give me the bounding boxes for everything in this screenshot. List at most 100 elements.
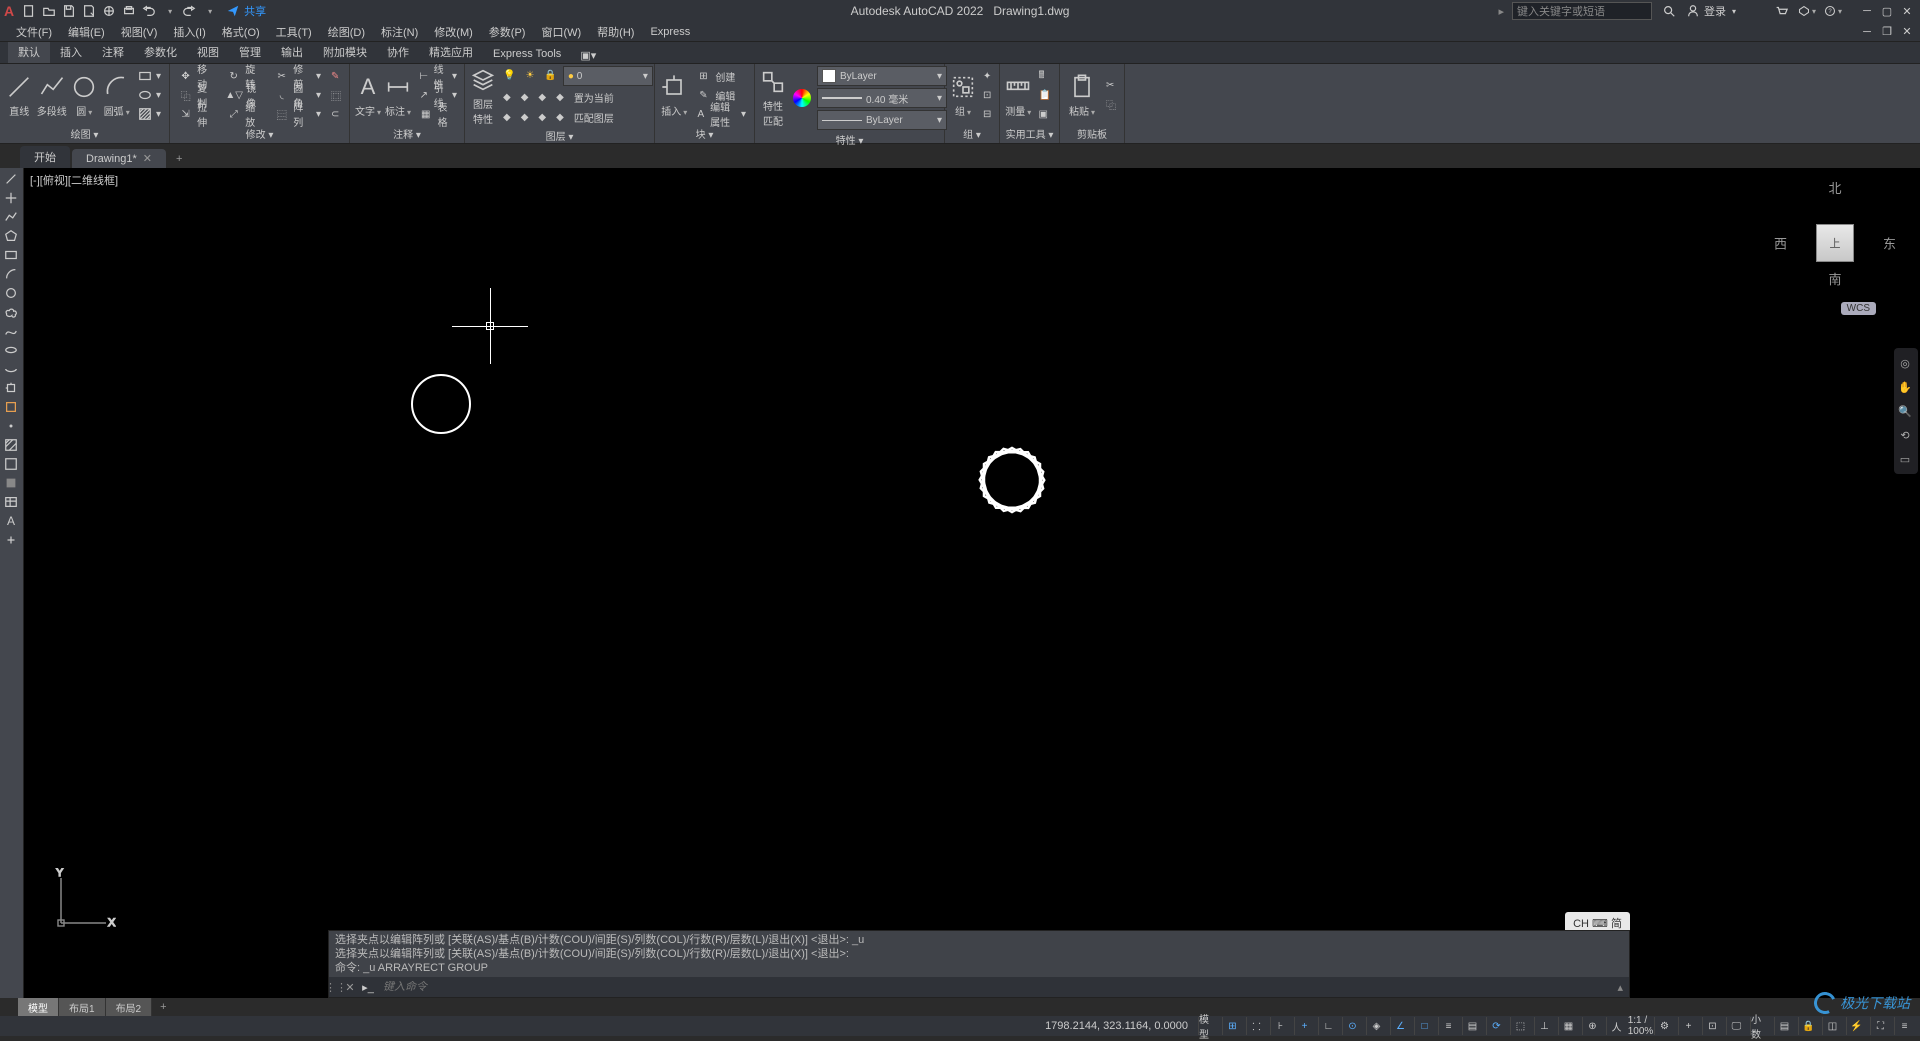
- nav-zoom-icon[interactable]: 🔍: [1894, 400, 1916, 422]
- tab-collab[interactable]: 协作: [377, 41, 419, 63]
- sb-units[interactable]: 小数: [1750, 1017, 1770, 1035]
- measure-button[interactable]: 测量: [1004, 73, 1033, 118]
- cut-icon[interactable]: ✂: [1102, 77, 1120, 95]
- color-wheel-icon[interactable]: [789, 89, 815, 107]
- undo-dropdown[interactable]: [160, 2, 178, 20]
- tab-default[interactable]: 默认: [8, 39, 50, 63]
- menu-window[interactable]: 窗口(W): [533, 22, 589, 42]
- tab-output[interactable]: 输出: [271, 41, 313, 63]
- tb-line-icon[interactable]: [0, 170, 22, 188]
- cmd-menu-icon[interactable]: ▴: [1611, 981, 1629, 994]
- layer-ico5[interactable]: ◆: [499, 108, 515, 126]
- group-ico2[interactable]: ⊡: [979, 86, 995, 104]
- layer-ico1[interactable]: ◆: [499, 88, 515, 106]
- minimize-icon[interactable]: ─: [1858, 3, 1876, 19]
- tb-ellipsearc-icon[interactable]: [0, 360, 22, 378]
- sb-lock-icon[interactable]: 🔒: [1798, 1017, 1818, 1035]
- menu-draw[interactable]: 绘图(D): [320, 22, 373, 42]
- tb-hatch-icon[interactable]: [0, 436, 22, 454]
- sb-dyn-icon[interactable]: +: [1294, 1017, 1314, 1035]
- tab-manage[interactable]: 管理: [229, 41, 271, 63]
- group-ico3[interactable]: ⊟: [979, 105, 995, 123]
- web-icon[interactable]: [100, 2, 118, 20]
- layer-match-button[interactable]: 匹配图层: [570, 108, 618, 126]
- text-button[interactable]: A文字: [354, 73, 382, 118]
- copy-clip-icon[interactable]: ⿻: [1102, 96, 1120, 114]
- sb-hw-icon[interactable]: ⚡: [1846, 1017, 1866, 1035]
- sb-iso-icon[interactable]: ◈: [1366, 1017, 1386, 1035]
- tb-point-icon[interactable]: [0, 417, 22, 435]
- panel-group-label[interactable]: 组 ▾: [949, 124, 995, 141]
- panel-annot-label[interactable]: 注释 ▾: [354, 124, 460, 141]
- sb-3dosnap-icon[interactable]: ⬚: [1510, 1017, 1530, 1035]
- panel-block-label[interactable]: 块 ▾: [659, 124, 750, 141]
- menu-format[interactable]: 格式(O): [214, 22, 268, 42]
- panel-util-label[interactable]: 实用工具 ▾: [1004, 124, 1055, 141]
- share-button[interactable]: 共享: [226, 3, 266, 19]
- app-menu-icon[interactable]: [1798, 2, 1816, 20]
- viewport-label[interactable]: [-][俯视][二维线框]: [30, 172, 118, 188]
- sb-polar-icon[interactable]: ⊙: [1342, 1017, 1362, 1035]
- table-button[interactable]: ▦表格: [414, 105, 461, 123]
- tb-polygon-icon[interactable]: [0, 227, 22, 245]
- sb-model[interactable]: 模型: [1198, 1017, 1218, 1035]
- tab-express[interactable]: Express Tools: [483, 45, 571, 63]
- panel-layer-label[interactable]: 图层 ▾: [469, 126, 650, 143]
- sb-iso2-icon[interactable]: ◫: [1822, 1017, 1842, 1035]
- cart-icon[interactable]: [1772, 2, 1790, 20]
- sb-gizmo-icon[interactable]: ⊕: [1582, 1017, 1602, 1035]
- panel-props-label[interactable]: 特性 ▾: [759, 130, 940, 147]
- sb-scale[interactable]: 1:1 / 100%: [1630, 1017, 1650, 1035]
- sb-trans-icon[interactable]: ▤: [1462, 1017, 1482, 1035]
- layer-dropdown[interactable]: ● 0▾: [563, 66, 653, 86]
- nav-pan-icon[interactable]: ✋: [1894, 376, 1916, 398]
- explode-icon[interactable]: ⿴: [327, 86, 345, 104]
- menu-dim[interactable]: 标注(N): [373, 22, 426, 42]
- new-icon[interactable]: [20, 2, 38, 20]
- tb-addsel-icon[interactable]: [0, 531, 22, 549]
- layer-freeze-icon[interactable]: ☀: [521, 66, 538, 84]
- arc-button[interactable]: 圆弧: [101, 73, 131, 118]
- tb-circle-icon[interactable]: [0, 284, 22, 302]
- doc-minimize-icon[interactable]: ─: [1858, 24, 1876, 40]
- tab-addins[interactable]: 附加模块: [313, 41, 377, 63]
- menu-insert[interactable]: 插入(I): [165, 22, 213, 42]
- tb-revcloud-icon[interactable]: [0, 303, 22, 321]
- menu-param[interactable]: 参数(P): [481, 22, 534, 42]
- panel-draw-label[interactable]: 绘图 ▾: [4, 124, 165, 141]
- sb-snap-icon[interactable]: ⸬: [1246, 1017, 1266, 1035]
- sb-grid-icon[interactable]: ⊞: [1222, 1017, 1242, 1035]
- wcs-badge[interactable]: WCS: [1841, 302, 1876, 315]
- paste-button[interactable]: 粘贴: [1064, 73, 1100, 118]
- viewcube-north[interactable]: 北: [1828, 178, 1841, 197]
- array-pattern[interactable]: [972, 440, 1052, 520]
- tb-text-icon[interactable]: A: [0, 512, 22, 530]
- redo-dropdown[interactable]: [200, 2, 218, 20]
- plot-icon[interactable]: [120, 2, 138, 20]
- tb-block-icon[interactable]: [0, 398, 22, 416]
- util-ico2[interactable]: 📋: [1035, 86, 1055, 104]
- viewcube-east[interactable]: 东: [1883, 234, 1896, 253]
- tab-drawing1[interactable]: Drawing1*✕: [72, 149, 166, 168]
- tab-view[interactable]: 视图: [187, 41, 229, 63]
- layout-model[interactable]: 模型: [18, 998, 59, 1017]
- maximize-icon[interactable]: ▢: [1878, 3, 1896, 19]
- cmd-close-icon[interactable]: ✕: [343, 981, 357, 994]
- viewcube-south[interactable]: 南: [1828, 269, 1841, 288]
- search-icon[interactable]: [1660, 2, 1678, 20]
- nav-orbit-icon[interactable]: ⟲: [1894, 424, 1916, 446]
- layer-lock-icon[interactable]: 🔒: [540, 66, 560, 84]
- ucs-icon[interactable]: X Y: [46, 868, 116, 938]
- linetype-dropdown[interactable]: ByLayer▾: [817, 110, 947, 130]
- tab-parametric[interactable]: 参数化: [134, 41, 187, 63]
- util-ico3[interactable]: ▣: [1035, 105, 1055, 123]
- nav-wheel-icon[interactable]: ◎: [1894, 352, 1916, 374]
- tb-gradient-icon[interactable]: [0, 455, 22, 473]
- cmd-handle-icon[interactable]: ⋮⋮: [329, 981, 343, 994]
- tb-xline-icon[interactable]: [0, 189, 22, 207]
- sb-clean-icon[interactable]: ⛶: [1870, 1017, 1890, 1035]
- viewcube[interactable]: 北 南 东 西 上: [1780, 178, 1890, 308]
- line-button[interactable]: 直线: [4, 73, 34, 118]
- layer-ico8[interactable]: ◆: [552, 108, 568, 126]
- sb-sel-icon[interactable]: ▦: [1558, 1017, 1578, 1035]
